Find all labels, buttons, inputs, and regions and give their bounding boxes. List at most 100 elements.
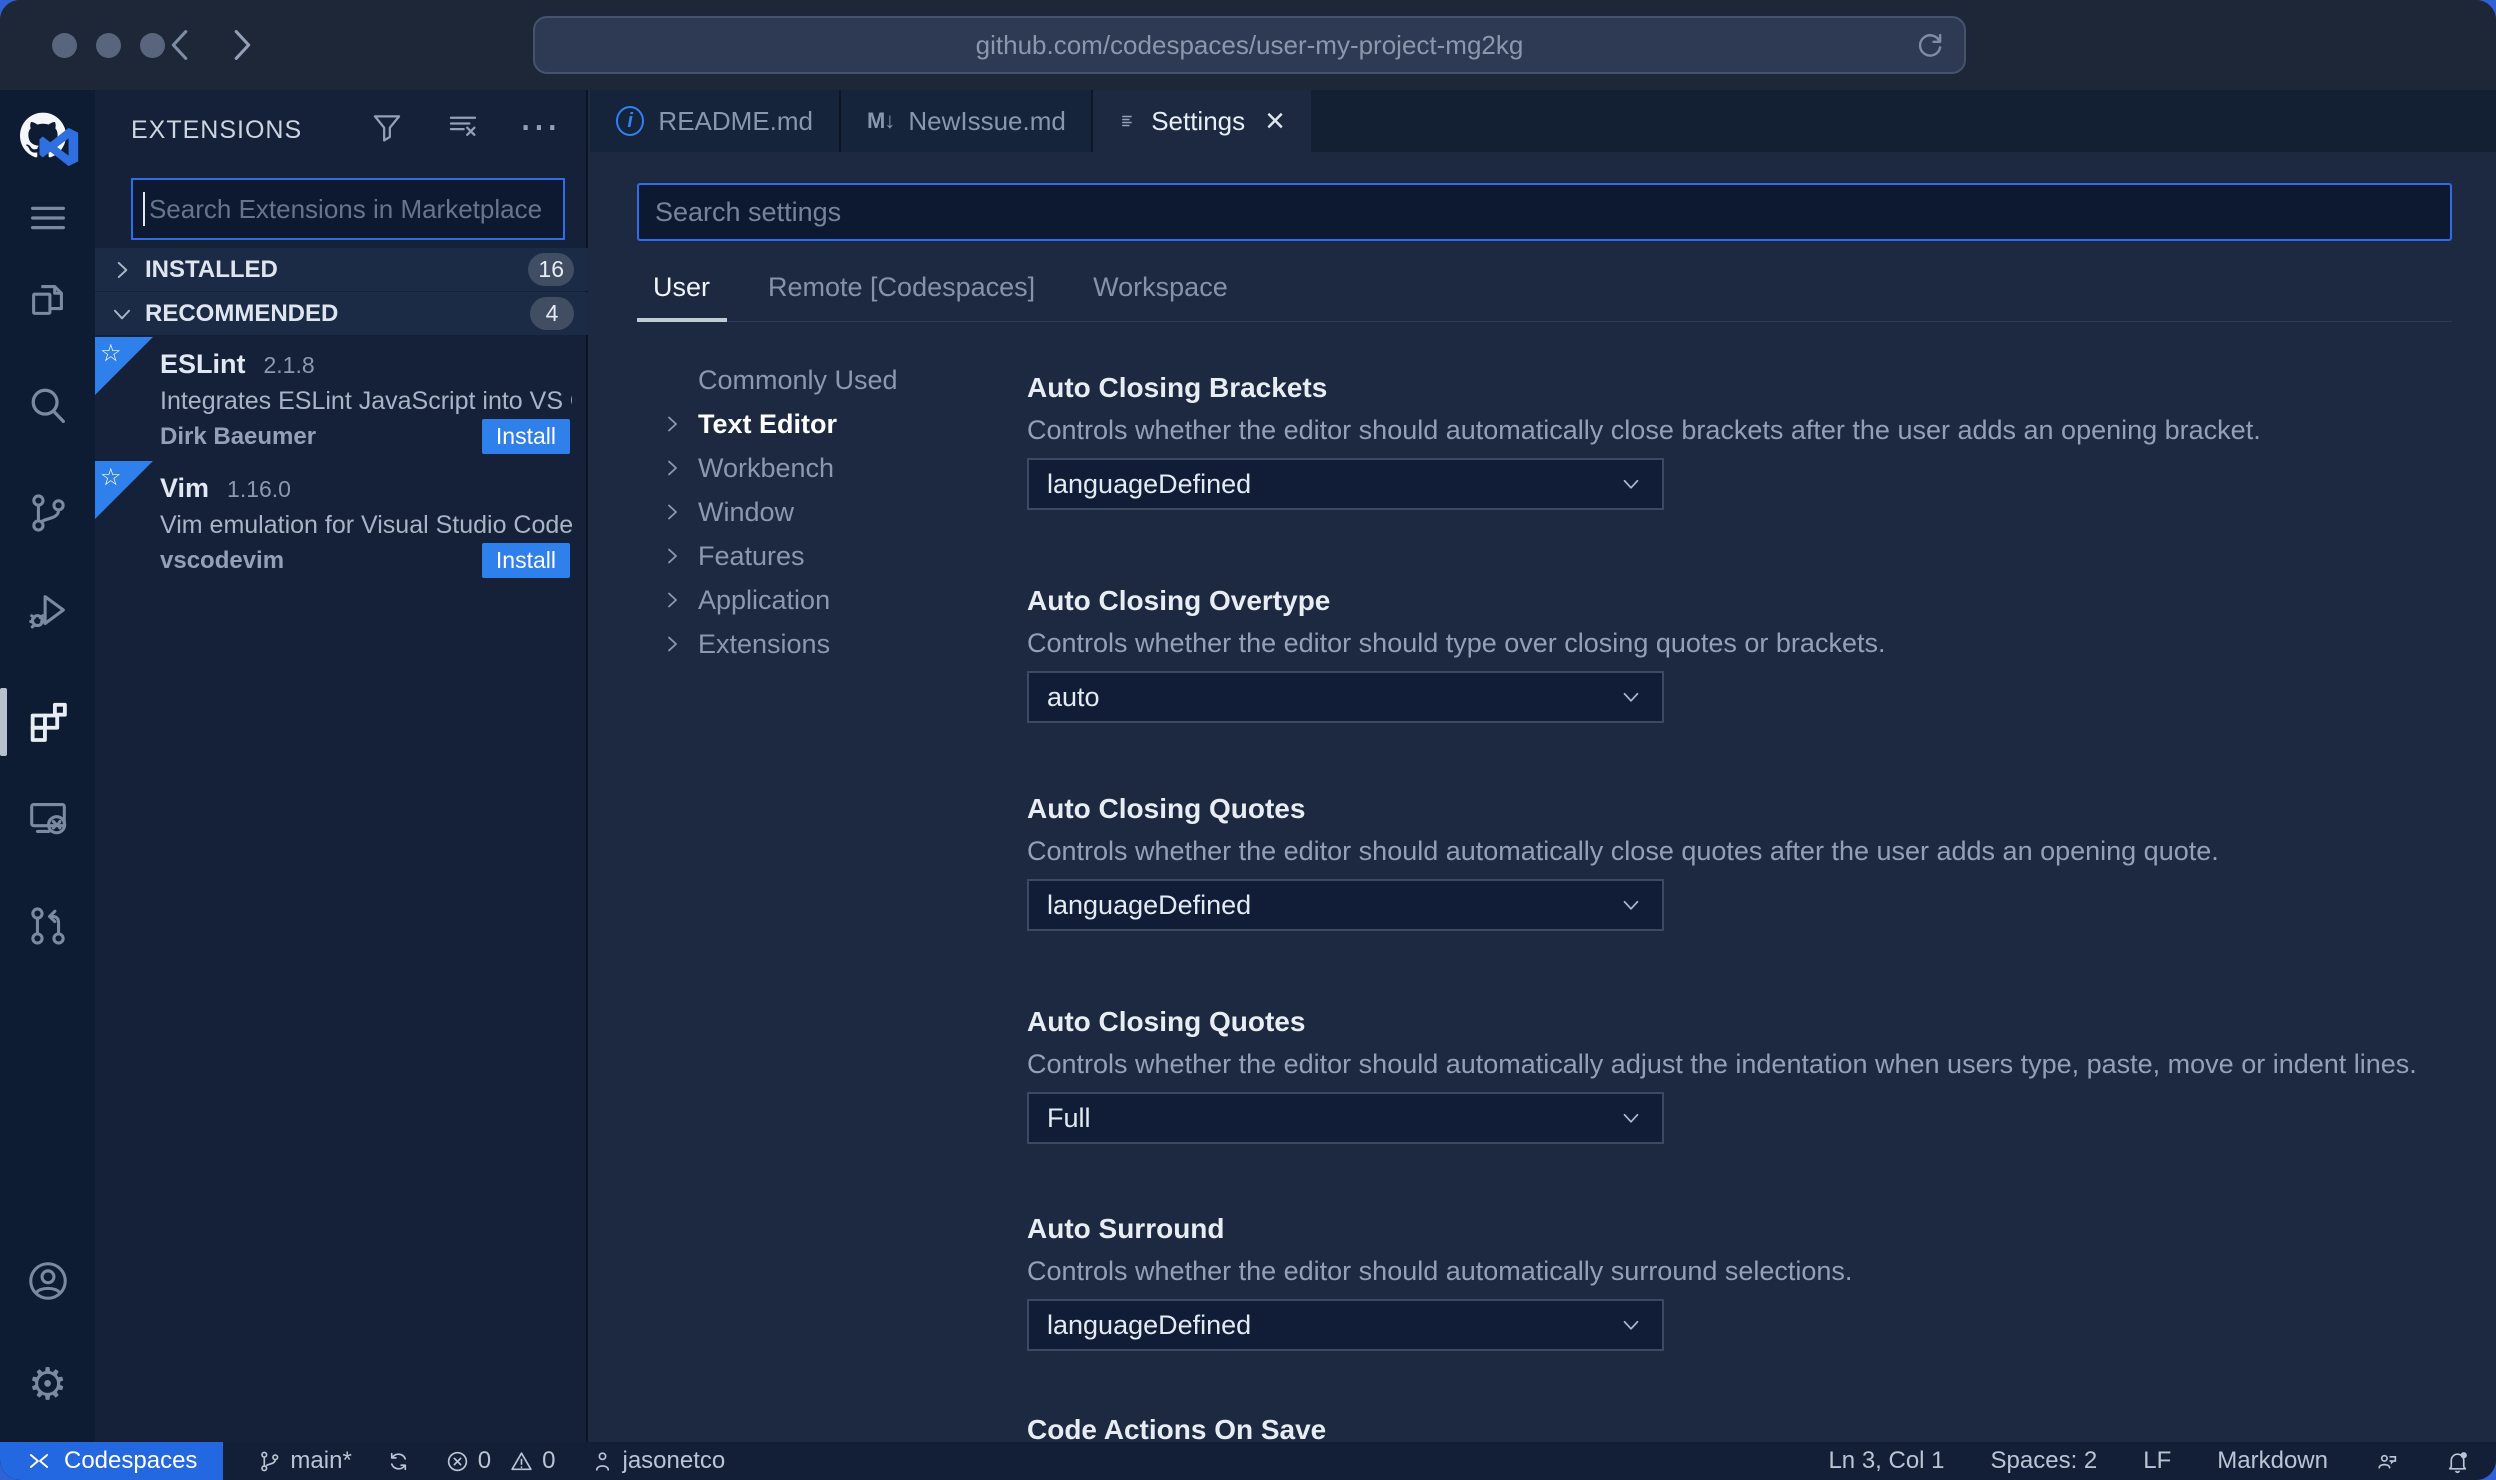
info-icon: i	[616, 106, 645, 136]
sync-icon	[390, 1452, 406, 1470]
extensions-search-input[interactable]	[148, 193, 563, 225]
setting-dropdown[interactable]: auto	[1027, 671, 1664, 723]
pull-request-icon	[30, 907, 65, 945]
install-button[interactable]: Install	[481, 543, 570, 578]
sidebar-title: EXTENSIONS	[131, 116, 303, 144]
setting-auto-closing-brackets: Auto Closing Brackets Controls whether t…	[1027, 372, 2472, 510]
sidebar-item-search[interactable]	[0, 364, 95, 448]
setting-dropdown[interactable]: languageDefined	[1027, 458, 1664, 510]
chevron-down-icon	[1623, 479, 1639, 489]
more-actions-button[interactable]: ⋯	[519, 107, 559, 147]
section-recommended[interactable]: RECOMMENDED 4	[95, 292, 588, 335]
codespaces-remote-button[interactable]: Codespaces	[0, 1442, 224, 1480]
language-mode-status[interactable]: Markdown	[2217, 1447, 2328, 1475]
toc-item-commonly-used[interactable]: Commonly Used	[660, 358, 990, 402]
remote-explorer-icon	[29, 803, 66, 835]
extension-version: 2.1.8	[263, 352, 315, 378]
indentation-status[interactable]: Spaces: 2	[1991, 1447, 2098, 1475]
setting-dropdown[interactable]: Full	[1027, 1092, 1664, 1144]
menu-button[interactable]	[0, 176, 95, 260]
git-branch-icon	[261, 1451, 279, 1471]
chevron-right-icon	[668, 416, 677, 432]
browser-back-button[interactable]	[158, 22, 204, 68]
setting-dropdown[interactable]: languageDefined	[1027, 879, 1664, 931]
extensions-icon	[30, 702, 67, 742]
scope-tab-remote[interactable]: Remote [Codespaces]	[768, 272, 1035, 325]
install-button[interactable]: Install	[481, 419, 570, 454]
notifications-button[interactable]	[2445, 1449, 2470, 1474]
editor-tab-bar: i README.md M↓ NewIssue.md Settings ×	[590, 90, 2496, 152]
markdown-icon: M↓	[867, 108, 895, 133]
setting-dropdown[interactable]: languageDefined	[1027, 1299, 1664, 1351]
chevron-left-icon	[171, 30, 188, 60]
extensions-search-box[interactable]	[131, 178, 565, 240]
setting-auto-closing-quotes: Auto Closing Quotes Controls whether the…	[1027, 793, 2472, 931]
window-close-button[interactable]	[52, 33, 77, 58]
manage-settings-button[interactable]: ⚙	[0, 1343, 95, 1427]
toc-item-features[interactable]: Features	[660, 534, 990, 578]
tab-settings[interactable]: Settings ×	[1093, 90, 1311, 152]
chevron-down-icon	[1623, 692, 1639, 702]
extension-row-vim[interactable]: ☆ Vim 1.16.0 Vim emulation for Visual St…	[95, 461, 588, 583]
installed-count-badge: 16	[528, 253, 574, 286]
toc-item-application[interactable]: Application	[660, 578, 990, 622]
sidebar-item-pull-requests[interactable]	[0, 884, 95, 968]
setting-auto-closing-overtype: Auto Closing Overtype Controls whether t…	[1027, 585, 2472, 723]
filter-funnel-icon	[373, 115, 401, 142]
toc-item-extensions[interactable]: Extensions	[660, 622, 990, 666]
branch-status[interactable]: main*	[257, 1447, 352, 1475]
bell-icon	[2448, 1451, 2467, 1473]
sync-button[interactable]	[386, 1449, 411, 1474]
filter-extensions-button[interactable]	[368, 108, 406, 146]
star-icon: ☆	[100, 340, 122, 367]
clear-extensions-search-button[interactable]	[444, 108, 482, 146]
window-controls[interactable]	[52, 33, 165, 58]
explorer-files-icon	[31, 285, 63, 315]
chevron-right-icon	[668, 460, 677, 476]
sidebar-item-remote-explorer[interactable]	[0, 776, 95, 860]
person-icon	[595, 1451, 609, 1471]
gear-icon: ⚙	[27, 1360, 68, 1409]
github-codespaces-logo[interactable]	[0, 98, 95, 182]
sidebar-item-source-control[interactable]	[0, 471, 95, 555]
window-minimize-button[interactable]	[96, 33, 121, 58]
tab-newissue[interactable]: M↓ NewIssue.md	[841, 90, 1093, 152]
chevron-right-icon	[117, 261, 128, 278]
address-bar[interactable]: github.com/codespaces/user-my-project-mg…	[533, 16, 1966, 74]
hamburger-menu-icon	[30, 206, 65, 230]
warning-icon	[511, 1451, 532, 1470]
extension-publisher: vscodevim	[160, 547, 285, 574]
active-view-indicator	[0, 688, 7, 756]
browser-forward-button[interactable]	[218, 22, 264, 68]
sidebar-item-explorer[interactable]	[0, 257, 95, 341]
close-tab-icon[interactable]: ×	[1265, 104, 1285, 138]
sidebar-item-run-debug[interactable]	[0, 569, 95, 653]
tab-readme[interactable]: i README.md	[590, 90, 841, 152]
github-octocat-icon	[19, 112, 78, 168]
toc-item-window[interactable]: Window	[660, 490, 990, 534]
reload-button[interactable]	[1914, 29, 1946, 61]
account-button[interactable]	[0, 1239, 95, 1323]
toc-item-text-editor[interactable]: Text Editor	[660, 402, 990, 446]
problems-status[interactable]: 0 0	[445, 1447, 556, 1475]
text-cursor	[143, 192, 145, 226]
chevron-right-icon	[668, 592, 677, 608]
section-installed[interactable]: INSTALLED 16	[95, 248, 588, 291]
user-status[interactable]: jasonetco	[590, 1447, 725, 1475]
search-icon	[31, 388, 65, 423]
feedback-button[interactable]	[2374, 1449, 2399, 1474]
status-bar: Codespaces main* 0 0 jasonetco Ln 3, Col…	[0, 1442, 2496, 1480]
account-icon	[28, 1262, 67, 1300]
active-scope-underline	[637, 318, 727, 322]
cursor-position-status[interactable]: Ln 3, Col 1	[1828, 1447, 1944, 1475]
source-control-icon	[31, 494, 65, 532]
chevron-down-icon	[1623, 900, 1639, 910]
settings-list: Auto Closing Brackets Controls whether t…	[1027, 152, 2472, 1445]
extension-row-eslint[interactable]: ☆ ESLint 2.1.8 Integrates ESLint JavaScr…	[95, 337, 588, 459]
eol-status[interactable]: LF	[2143, 1447, 2171, 1475]
url-text: github.com/codespaces/user-my-project-mg…	[975, 29, 1524, 60]
sidebar-item-extensions[interactable]	[0, 680, 95, 764]
clear-list-icon	[449, 116, 477, 136]
toc-item-workbench[interactable]: Workbench	[660, 446, 990, 490]
extensions-sidebar: EXTENSIONS ⋯ INSTALLED 16	[95, 90, 588, 1442]
